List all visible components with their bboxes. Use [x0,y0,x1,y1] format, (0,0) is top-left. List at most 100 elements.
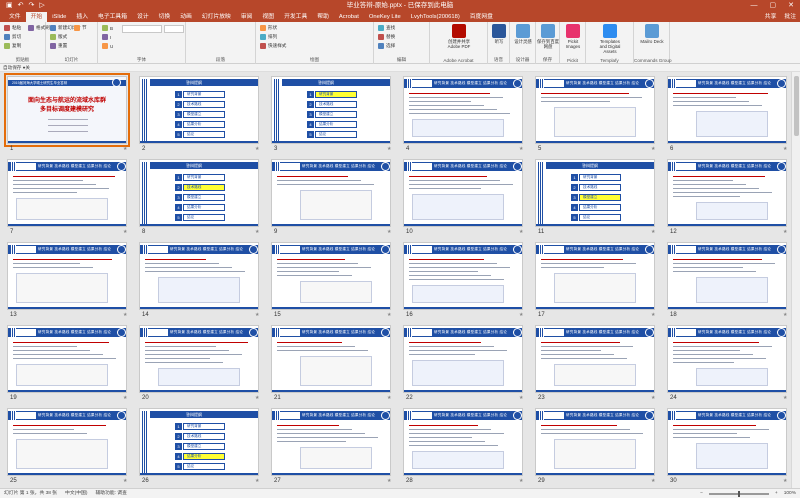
slide-thumbnail[interactable]: 研究背景 技术路线 模型建立 结果分析 结论 [667,159,787,227]
slide-thumbnail[interactable]: 研究背景 技术路线 模型建立 结果分析 结论 [271,242,391,310]
slide-transition-icon[interactable]: ★ [519,146,523,152]
ribbon-button[interactable]: U [102,43,113,49]
tab-12[interactable]: 帮助 [312,12,334,22]
slide-thumbnail[interactable]: 研究背景 技术路线 模型建立 结果分析 结论 [271,325,391,393]
slide-transition-icon[interactable]: ★ [123,146,127,152]
tab-2[interactable]: iSlide [47,12,71,22]
font-name-box[interactable] [122,25,162,33]
ribbon-button[interactable]: 剪切 [4,34,21,40]
slide-thumbnail[interactable]: 研究背景 技术路线 模型建立 结果分析 结论 [667,325,787,393]
vertical-scrollbar[interactable] [791,72,800,488]
slide-thumbnail[interactable]: 研究背景 技术路线 模型建立 结果分析 结论 [403,159,523,227]
ribbon-big-button[interactable]: 保存到百度网盘 [535,24,561,49]
slide-thumbnail[interactable]: 答辩提纲 1 研究背景 2 技术路线 3 模型建立 4 结果分析 5 结论 [139,76,259,144]
slide-transition-icon[interactable]: ★ [783,229,787,235]
slide-transition-icon[interactable]: ★ [651,146,655,152]
ribbon-button[interactable]: 查找 [378,25,395,31]
slide-thumbnail[interactable]: 研究背景 技术路线 模型建立 结果分析 结论 [535,325,655,393]
close-icon[interactable]: ✕ [782,0,800,12]
slide-thumbnail[interactable]: 答辩提纲 1 研究背景 2 技术路线 3 模型建立 4 结果分析 5 结论 [139,159,259,227]
ribbon-big-button[interactable]: Mailro Deck [639,24,665,44]
language[interactable]: 中文(中国) [65,489,87,498]
slide-transition-icon[interactable]: ★ [255,312,259,318]
ribbon-big-button[interactable]: Templates and Digital Assets [597,24,623,54]
ribbon-big-button[interactable]: 听写 [486,24,512,44]
comments-button[interactable]: 批注 [784,12,796,22]
slide-transition-icon[interactable]: ★ [783,395,787,401]
undo-icon[interactable]: ↶ [18,0,24,12]
slide-thumbnail[interactable]: 答辩提纲 1 研究背景 2 技术路线 3 模型建立 4 结果分析 5 结论 [139,408,259,476]
restore-icon[interactable]: ▢ [764,0,783,12]
ribbon-button[interactable]: 粘贴 [4,25,21,31]
accessibility[interactable]: 辅助功能: 调查 [95,489,126,498]
slide-transition-icon[interactable]: ★ [519,478,523,484]
slide-thumbnail[interactable]: 研究背景 技术路线 模型建立 结果分析 结论 [403,242,523,310]
ribbon-big-button[interactable]: 设计灵感 [510,24,536,44]
slide-transition-icon[interactable]: ★ [783,478,787,484]
tab-16[interactable]: 百度网盘 [465,12,498,22]
zoom-out-button[interactable]: − [700,489,703,498]
slide-thumbnail[interactable]: 研究背景 技术路线 模型建立 结果分析 结论 [403,325,523,393]
ribbon-button[interactable]: I [102,34,111,40]
slide-transition-icon[interactable]: ★ [387,229,391,235]
zoom-level[interactable]: 100% [784,489,796,498]
zoom-in-button[interactable]: + [775,489,778,498]
tab-7[interactable]: 动画 [175,12,197,22]
ribbon-button[interactable]: 快速样式 [260,43,286,49]
ribbon-button[interactable]: 复制 [4,43,21,49]
slide-thumbnail[interactable]: 研究背景 技术路线 模型建立 结果分析 结论 [139,242,259,310]
slide-thumbnail[interactable]: 答辩提纲 1 研究背景 2 技术路线 3 模型建立 4 结果分析 5 结论 [535,159,655,227]
slide-transition-icon[interactable]: ★ [651,395,655,401]
slide-transition-icon[interactable]: ★ [783,312,787,318]
tab-13[interactable]: Acrobat [334,12,364,22]
ribbon-button[interactable]: 节 [74,25,87,31]
present-icon[interactable]: ▷ [39,0,44,12]
slide-transition-icon[interactable]: ★ [651,478,655,484]
slide-thumbnail[interactable]: 2019届河海大学硕士研究生毕业答辩 面向生态与航运的流域水库群 多目标调度建模研究 [4,73,130,147]
tab-9[interactable]: 审阅 [236,12,258,22]
slide-thumbnail[interactable]: 答辩提纲 1 研究背景 2 技术路线 3 模型建立 4 结果分析 5 结论 [271,76,391,144]
font-size-box[interactable] [164,25,184,33]
tab-14[interactable]: OneKey Lite [364,12,406,22]
zoom-slider[interactable] [708,491,769,497]
save-icon[interactable]: ▣ [6,0,13,12]
share-button[interactable]: 共享 [765,12,777,22]
tab-1[interactable]: 开始 [25,12,48,22]
ribbon-button[interactable]: 版式 [50,34,67,40]
ribbon-button[interactable]: B [102,25,113,31]
slide-transition-icon[interactable]: ★ [255,395,259,401]
tab-6[interactable]: 切换 [154,12,176,22]
slide-transition-icon[interactable]: ★ [519,229,523,235]
slide-transition-icon[interactable]: ★ [123,478,127,484]
slide-thumbnail[interactable]: 研究背景 技术路线 模型建立 结果分析 结论 [7,408,127,476]
ribbon-big-button[interactable]: Pickit Images [560,24,586,49]
slide-transition-icon[interactable]: ★ [387,312,391,318]
scrollbar-thumb[interactable] [794,76,799,136]
tab-10[interactable]: 视图 [257,12,279,22]
slide-thumbnail[interactable]: 研究背景 技术路线 模型建立 结果分析 结论 [667,76,787,144]
slide-thumbnail[interactable]: 研究背景 技术路线 模型建立 结果分析 结论 [403,408,523,476]
tab-15[interactable]: LvyhTools(200618) [406,12,465,22]
slide-thumbnail[interactable]: 研究背景 技术路线 模型建立 结果分析 结论 [535,76,655,144]
ribbon-button[interactable]: 选择 [378,43,395,49]
slide-transition-icon[interactable]: ★ [123,312,127,318]
slide-thumbnail[interactable]: 研究背景 技术路线 模型建立 结果分析 结论 [667,242,787,310]
slide-transition-icon[interactable]: ★ [387,146,391,152]
slide-transition-icon[interactable]: ★ [123,395,127,401]
slide-thumbnail[interactable]: 研究背景 技术路线 模型建立 结果分析 结论 [139,325,259,393]
slide-transition-icon[interactable]: ★ [519,312,523,318]
slide-thumbnail[interactable]: 研究背景 技术路线 模型建立 结果分析 结论 [7,242,127,310]
slide-transition-icon[interactable]: ★ [519,395,523,401]
redo-icon[interactable]: ↷ [29,0,35,12]
tab-3[interactable]: 插入 [71,12,93,22]
tab-5[interactable]: 设计 [132,12,154,22]
slide-thumbnail[interactable]: 研究背景 技术路线 模型建立 结果分析 结论 [7,325,127,393]
slide-transition-icon[interactable]: ★ [651,229,655,235]
slide-thumbnail[interactable]: 研究背景 技术路线 模型建立 结果分析 结论 [535,408,655,476]
slide-thumbnail[interactable]: 研究背景 技术路线 模型建立 结果分析 结论 [7,159,127,227]
slide-thumbnail[interactable]: 研究背景 技术路线 模型建立 结果分析 结论 [667,408,787,476]
tab-4[interactable]: 电子工具箱 [93,12,132,22]
slide-thumbnail[interactable]: 研究背景 技术路线 模型建立 结果分析 结论 [535,242,655,310]
minimize-icon[interactable]: — [745,0,764,12]
tab-0[interactable]: 文件 [4,12,26,22]
